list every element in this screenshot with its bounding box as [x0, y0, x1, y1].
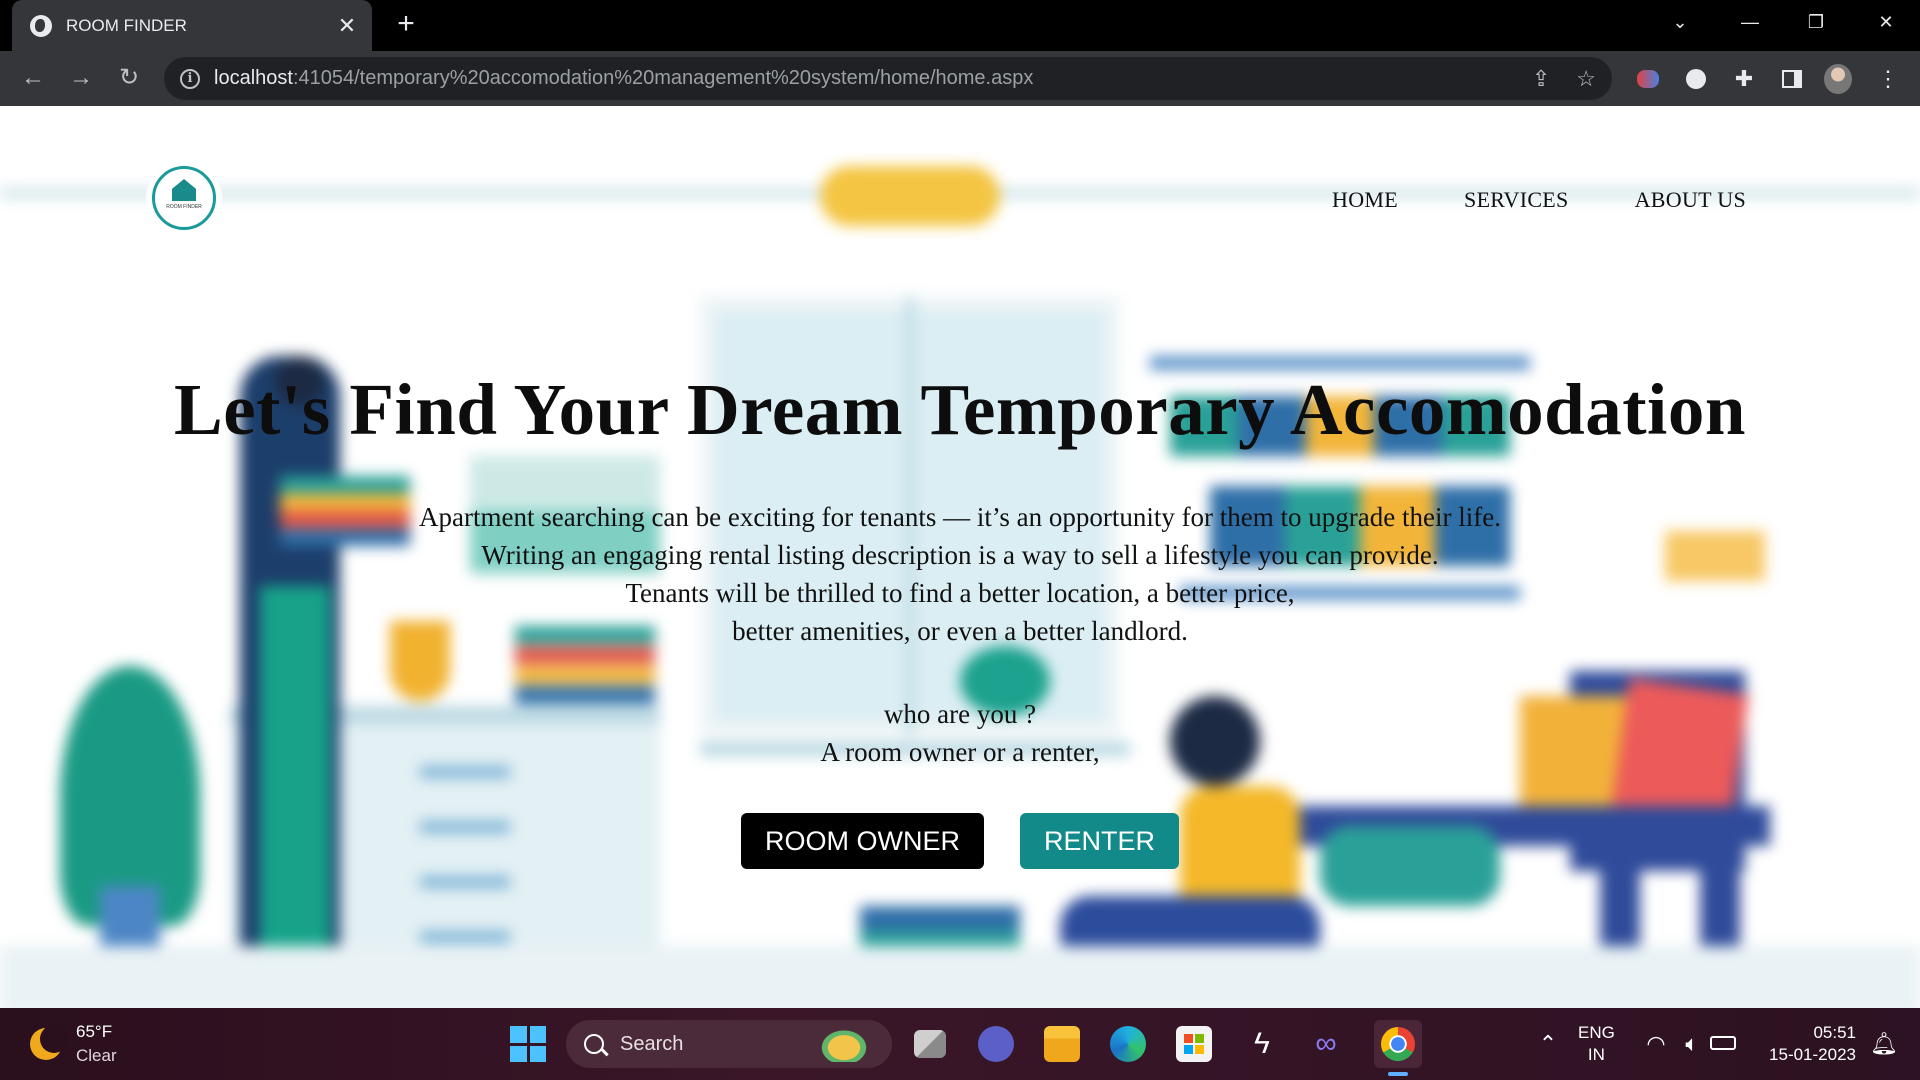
chat-icon[interactable]: [978, 1026, 1014, 1062]
new-tab-button[interactable]: +: [390, 8, 422, 40]
edge-icon[interactable]: [1110, 1026, 1146, 1062]
extension-icon[interactable]: [1634, 65, 1662, 93]
search-highlight-icon: [816, 1026, 872, 1062]
tab-search-icon[interactable]: ⌄: [1650, 0, 1710, 44]
web-page: ROOM FINDER HOME SERVICES ABOUT US Let's…: [0, 106, 1920, 1008]
role-question: who are you ? A room owner or a renter,: [0, 695, 1920, 771]
hero-title: Let's Find Your Dream Temporary Accomoda…: [174, 369, 1746, 450]
chevron-up-icon[interactable]: ⌃: [1530, 1026, 1566, 1062]
reload-icon[interactable]: ↻: [114, 63, 144, 93]
weather-condition[interactable]: Clear: [76, 1046, 117, 1066]
room-owner-button[interactable]: ROOM OWNER: [741, 813, 984, 869]
avatar[interactable]: [1824, 64, 1852, 94]
description-line: Tenants will be thrilled to find a bette…: [625, 578, 1295, 608]
store-icon[interactable]: [1176, 1026, 1212, 1062]
nav-about-us[interactable]: ABOUT US: [1635, 187, 1746, 213]
close-window-button[interactable]: ✕: [1856, 0, 1916, 44]
more-menu-icon[interactable]: ⋮: [1874, 65, 1902, 93]
description-line: Writing an engaging rental listing descr…: [481, 540, 1439, 570]
hero-section: ROOM FINDER HOME SERVICES ABOUT US Let's…: [0, 106, 1920, 1008]
site-logo[interactable]: ROOM FINDER: [152, 166, 216, 230]
minimize-button[interactable]: —: [1720, 0, 1780, 44]
renter-button[interactable]: RENTER: [1020, 813, 1179, 869]
bookmark-star-icon[interactable]: ☆: [1576, 66, 1596, 92]
chrome-icon: [1381, 1027, 1415, 1061]
hero-description: Apartment searching can be exciting for …: [0, 498, 1920, 650]
browser-tab[interactable]: ROOM FINDER ✕: [12, 0, 372, 51]
start-icon[interactable]: [510, 1026, 546, 1062]
taskbar: 65°F Clear Search ϟ ∞ ⌃ ENG IN ◠ 🔈︎ 05:5…: [0, 1008, 1920, 1080]
nav-home[interactable]: HOME: [1332, 187, 1398, 213]
language-indicator[interactable]: ENG IN: [1578, 1022, 1615, 1066]
wifi-icon[interactable]: ◠: [1638, 1026, 1674, 1062]
task-view-icon[interactable]: [914, 1030, 946, 1058]
search-icon: [584, 1034, 604, 1054]
extension-shield-icon[interactable]: [1682, 65, 1710, 93]
search-label: Search: [620, 1032, 684, 1055]
notification-icon[interactable]: 🔔︎: [1866, 1026, 1902, 1062]
language-label: ENG: [1578, 1023, 1615, 1042]
back-arrow-icon[interactable]: ←: [18, 63, 48, 93]
visual-studio-icon[interactable]: ∞: [1308, 1026, 1344, 1062]
clock-date: 15-01-2023: [1769, 1045, 1856, 1064]
url-host: localhost: [214, 67, 293, 89]
main-nav: HOME SERVICES ABOUT US: [1332, 187, 1746, 213]
system-clock[interactable]: 05:51 15-01-2023: [1760, 1022, 1856, 1066]
description-line: Apartment searching can be exciting for …: [419, 502, 1501, 532]
weather-temperature[interactable]: 65°F: [76, 1022, 112, 1042]
file-explorer-icon[interactable]: [1044, 1026, 1080, 1062]
taskbar-search[interactable]: Search: [566, 1020, 892, 1068]
url-path: :41054/temporary%20accomodation%20manage…: [292, 67, 1034, 89]
info-icon[interactable]: i: [180, 68, 200, 89]
lightning-app-icon[interactable]: ϟ: [1244, 1026, 1280, 1062]
browser-tab-strip: ROOM FINDER ✕ + ⌄ — ❐ ✕: [0, 0, 1920, 51]
side-panel-icon[interactable]: [1778, 65, 1806, 93]
battery-icon[interactable]: [1710, 1036, 1736, 1050]
volume-icon[interactable]: 🔈︎: [1674, 1026, 1710, 1062]
question-line: A room owner or a renter,: [820, 737, 1100, 767]
address-bar[interactable]: i localhost:41054/temporary%20accomodati…: [164, 57, 1612, 100]
tab-close-icon[interactable]: ✕: [336, 13, 358, 39]
forward-arrow-icon[interactable]: →: [66, 63, 96, 93]
nav-services[interactable]: SERVICES: [1464, 187, 1569, 213]
tab-title: ROOM FINDER: [66, 15, 187, 35]
logo-text: ROOM FINDER: [166, 204, 202, 210]
browser-toolbar: ← → ↻ i localhost:41054/temporary%20acco…: [0, 51, 1920, 106]
moon-icon[interactable]: [30, 1025, 68, 1060]
region-label: IN: [1587, 1045, 1605, 1064]
chrome-taskbar-button[interactable]: [1374, 1020, 1422, 1068]
question-line: who are you ?: [883, 699, 1037, 729]
house-icon: [172, 179, 196, 201]
active-app-indicator: [1388, 1072, 1408, 1076]
puzzle-icon[interactable]: ✚: [1730, 65, 1758, 93]
restore-button[interactable]: ❐: [1786, 0, 1846, 44]
globe-icon: [30, 14, 52, 37]
description-line: better amenities, or even a better landl…: [732, 616, 1188, 646]
share-icon[interactable]: ⇪: [1532, 66, 1550, 92]
clock-time: 05:51: [1813, 1023, 1856, 1042]
